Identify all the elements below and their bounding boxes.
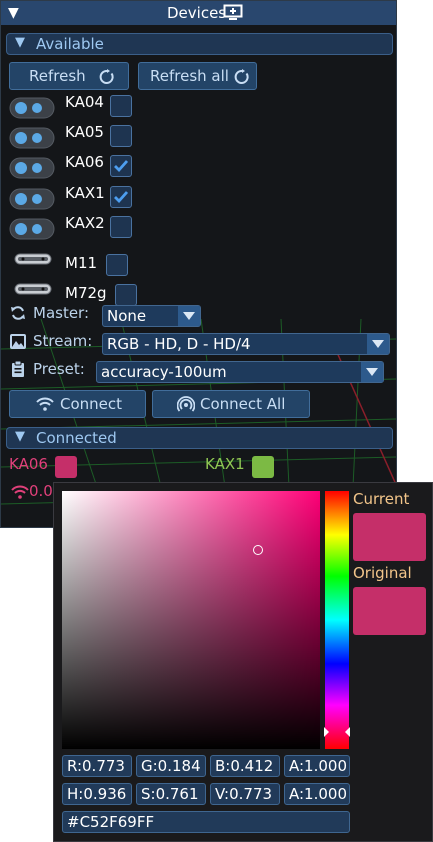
device-name: M11 (65, 254, 98, 272)
connected-device-label: KA06 (9, 455, 48, 473)
refresh-all-label: Refresh all (150, 67, 229, 85)
monitor-add-icon (223, 4, 243, 20)
device-select-checkbox[interactable] (110, 95, 132, 117)
hex-field[interactable]: #C52F69FF (62, 811, 350, 833)
image-icon (10, 334, 26, 349)
device-select-checkbox[interactable] (110, 186, 132, 208)
original-color-label: Original (353, 564, 412, 582)
stream-value: RGB - HD, D - HD/4 (107, 335, 251, 353)
camera-device-icon (14, 283, 52, 295)
device-toggle-icon[interactable] (9, 127, 55, 149)
clipboard-icon (12, 361, 24, 377)
wifi-icon (36, 397, 54, 411)
hue-slider[interactable] (324, 491, 350, 749)
available-section-header[interactable]: ▼ Available (6, 33, 393, 55)
checkmark-icon (114, 191, 129, 204)
saturation-value-square[interactable] (62, 491, 320, 749)
device-name: KA04 (65, 93, 104, 111)
expand-arrow-icon: ▼ (15, 35, 25, 50)
refresh-button[interactable]: Refresh (9, 62, 129, 90)
device-select-checkbox[interactable] (110, 216, 132, 238)
master-value: None (107, 307, 147, 325)
device-toggle-icon[interactable] (9, 97, 55, 119)
hue-field[interactable]: H:0.936 (62, 783, 132, 805)
device-name: KAX2 (65, 214, 105, 232)
checkmark-icon (114, 160, 129, 173)
device-select-checkbox[interactable] (115, 284, 137, 306)
window-title: Devices (167, 4, 227, 22)
device-name: KA06 (65, 153, 104, 171)
available-header-label: Available (36, 35, 104, 53)
sync-icon (11, 306, 25, 320)
chevron-down-icon (367, 334, 389, 354)
current-color-label: Current (353, 490, 410, 508)
blue-field[interactable]: B:0.412 (210, 755, 280, 777)
chevron-down-icon (178, 306, 200, 326)
connect-button[interactable]: Connect (9, 390, 146, 418)
saturation-field[interactable]: S:0.761 (136, 783, 206, 805)
chevron-down-icon (361, 362, 383, 382)
connect-all-button[interactable]: Connect All (152, 390, 310, 418)
signal-value: 0.0 (29, 482, 53, 500)
preset-select[interactable]: accuracy-100um (96, 361, 384, 383)
alpha-field-hsv[interactable]: A:1.000 (284, 783, 350, 805)
connected-section-header[interactable]: ▼ Connected (6, 427, 393, 449)
red-field[interactable]: R:0.773 (62, 755, 132, 777)
device-select-checkbox[interactable] (106, 254, 128, 276)
collapse-window-icon[interactable]: ▼ (8, 5, 19, 21)
preset-value: accuracy-100um (101, 363, 227, 381)
current-color-swatch (353, 513, 426, 561)
device-toggle-icon[interactable] (9, 157, 55, 179)
connected-device-color-swatch[interactable] (252, 456, 274, 478)
refresh-icon (99, 69, 114, 84)
expand-arrow-icon: ▼ (15, 429, 25, 444)
device-name: M72g (65, 284, 107, 302)
preset-label: Preset: (33, 360, 85, 378)
devices-window: ▼ Devices ▼ Available Refresh Refresh al… (0, 0, 397, 528)
refresh-label: Refresh (29, 67, 86, 85)
device-toggle-icon[interactable] (9, 218, 55, 240)
connect-label: Connect (60, 395, 123, 413)
connected-device-color-swatch[interactable] (55, 456, 77, 478)
device-name: KAX1 (65, 184, 105, 202)
color-cursor[interactable] (253, 544, 264, 555)
device-select-checkbox[interactable] (110, 155, 132, 177)
refresh-all-button[interactable]: Refresh all (138, 62, 257, 90)
refresh-all-icon (234, 69, 249, 84)
master-select[interactable]: None (102, 305, 201, 327)
master-label: Master: (33, 304, 90, 322)
stream-select[interactable]: RGB - HD, D - HD/4 (102, 333, 390, 355)
device-name: KA05 (65, 123, 104, 141)
title-bar[interactable]: ▼ Devices (1, 1, 396, 25)
value-field[interactable]: V:0.773 (210, 783, 280, 805)
green-field[interactable]: G:0.184 (136, 755, 206, 777)
device-select-checkbox[interactable] (110, 125, 132, 147)
connect-all-label: Connect All (200, 395, 286, 413)
alpha-field[interactable]: A:1.000 (284, 755, 350, 777)
color-picker-popup: Current Original R:0.773 G:0.184 B:0.412… (53, 482, 433, 842)
camera-device-icon (14, 253, 52, 265)
connected-header-label: Connected (36, 429, 117, 447)
broadcast-icon (177, 396, 195, 412)
signal-icon (11, 485, 29, 499)
device-toggle-icon[interactable] (9, 188, 55, 210)
connected-device-label: KAX1 (205, 455, 245, 473)
stream-label: Stream: (33, 332, 93, 350)
original-color-swatch[interactable] (353, 587, 426, 635)
